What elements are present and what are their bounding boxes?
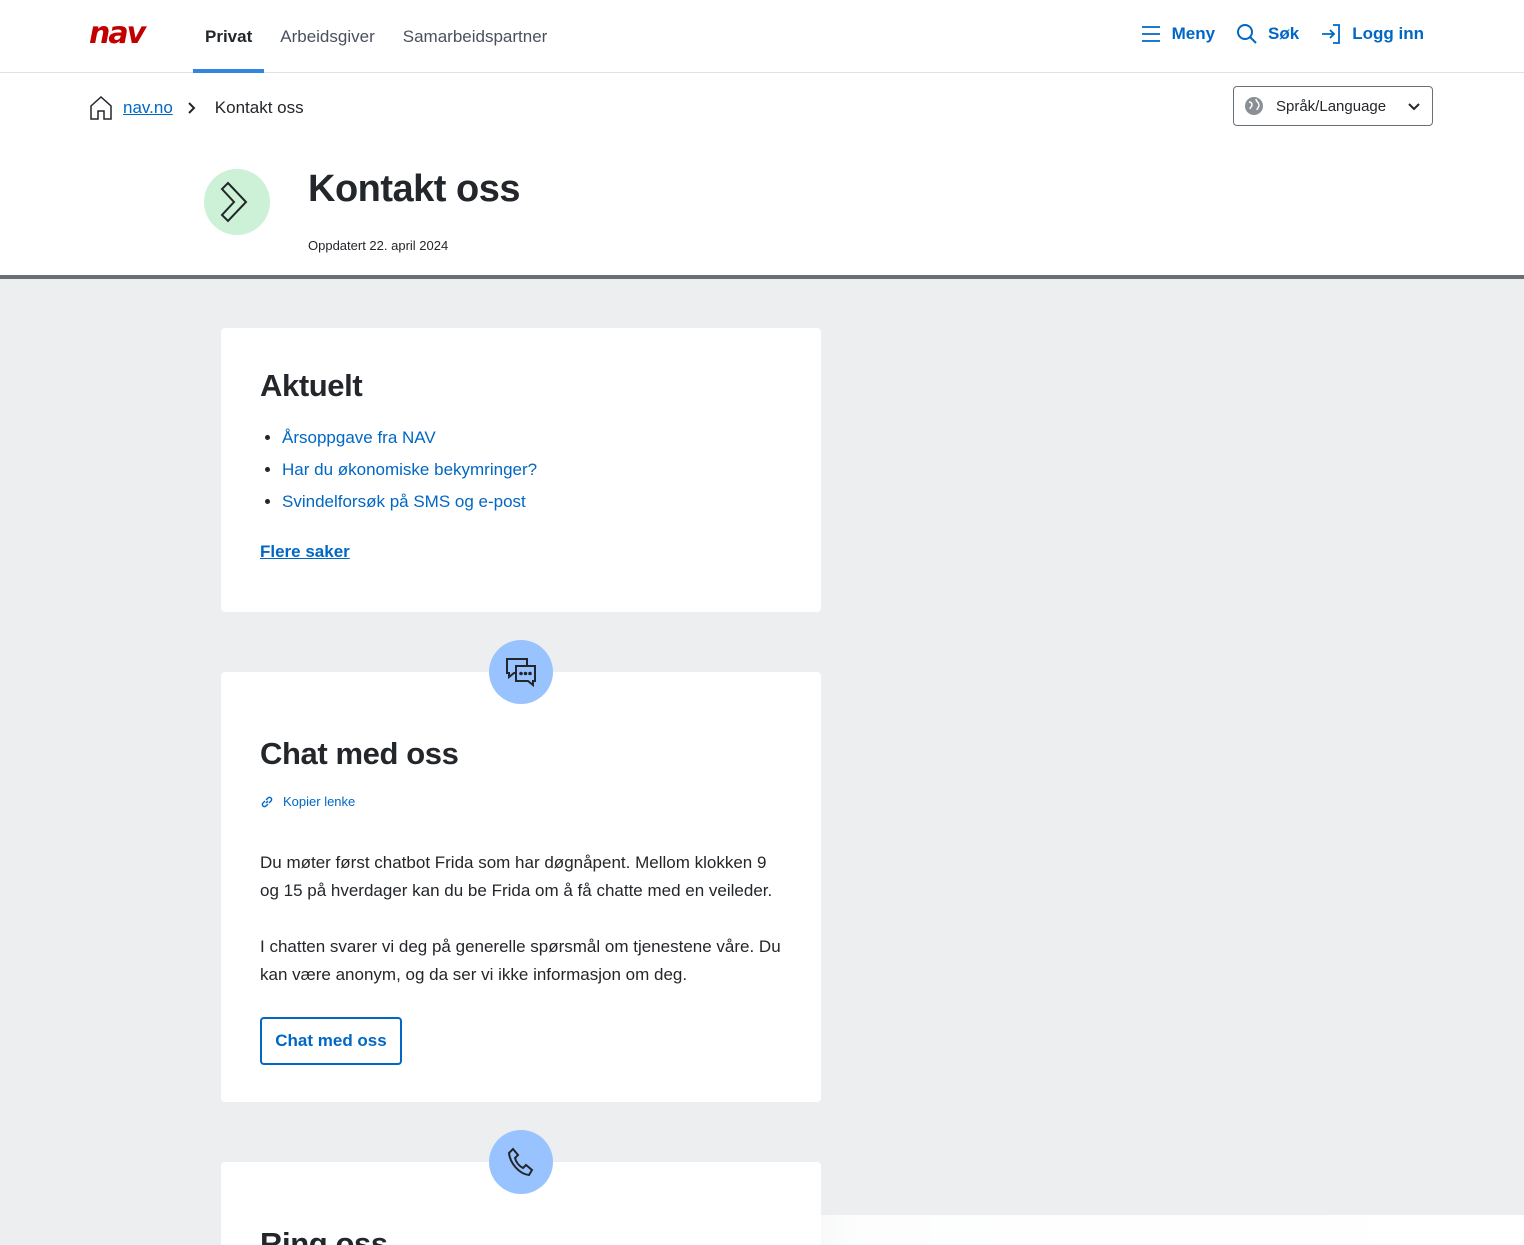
aktuelt-link-arsoppgave[interactable]: Årsoppgave fra NAV [282, 428, 436, 447]
bottom-overlay [700, 1215, 1524, 1245]
chevron-arrow-icon [220, 181, 248, 223]
login-icon [1322, 24, 1341, 44]
language-label: Språk/Language [1276, 97, 1387, 115]
header-actions: Meny Søk Logg inn [1139, 0, 1424, 68]
list-item: Har du økonomiske bekymringer? [282, 454, 782, 486]
chat-card: Chat med oss Kopier lenke Du møter først… [221, 672, 821, 1102]
tab-arbeidsgiver[interactable]: Arbeidsgiver [268, 0, 387, 73]
login-label: Logg inn [1352, 24, 1424, 43]
aktuelt-card: Aktuelt Årsoppgave fra NAV Har du økonom… [221, 328, 821, 612]
search-icon [1237, 24, 1257, 44]
phone-icon [507, 1147, 534, 1177]
list-item: Årsoppgave fra NAV [282, 422, 782, 454]
copy-link-button[interactable]: Kopier lenke [260, 794, 782, 809]
chat-bubbles-icon [506, 658, 536, 688]
breadcrumb-home-link[interactable]: nav.no [123, 98, 173, 118]
menu-button[interactable]: Meny [1139, 22, 1215, 46]
home-icon [90, 95, 112, 120]
chat-paragraph-1: Du møter først chatbot Frida som har døg… [260, 853, 773, 900]
tab-samarbeidspartner[interactable]: Samarbeidspartner [391, 0, 560, 73]
chevron-down-icon [1408, 103, 1420, 111]
search-label: Søk [1268, 24, 1300, 43]
chevron-right-icon [188, 102, 196, 114]
tab-privat[interactable]: Privat [193, 0, 265, 73]
login-button[interactable]: Logg inn [1319, 22, 1424, 46]
globe-icon [1245, 97, 1263, 115]
main-nav-tabs: Privat Arbeidsgiver Samarbeidspartner [193, 0, 563, 73]
search-button[interactable]: Søk [1235, 22, 1299, 46]
nav-logo[interactable]: nav [89, 19, 146, 49]
aktuelt-list: Årsoppgave fra NAV Har du økonomiske bek… [282, 422, 782, 518]
chat-title: Chat med oss [260, 736, 459, 771]
updated-date: Oppdatert 22. april 2024 [308, 238, 449, 253]
page-icon [204, 169, 270, 235]
aktuelt-link-okonomiske[interactable]: Har du økonomiske bekymringer? [282, 460, 537, 479]
menu-label: Meny [1171, 24, 1216, 43]
link-icon [261, 796, 273, 807]
hamburger-icon [1141, 26, 1160, 42]
chat-icon-circle [489, 640, 553, 704]
page-title: Kontakt oss [308, 168, 520, 210]
site-header: nav Privat Arbeidsgiver Samarbeidspartne… [0, 0, 1524, 73]
phone-icon-circle [489, 1130, 553, 1194]
aktuelt-title: Aktuelt [260, 368, 363, 403]
copy-link-label: Kopier lenke [283, 794, 356, 809]
breadcrumb: nav.no Kontakt oss [89, 95, 304, 121]
list-item: Svindelforsøk på SMS og e-post [282, 486, 782, 518]
flere-saker-link[interactable]: Flere saker [260, 542, 350, 562]
breadcrumb-current: Kontakt oss [214, 98, 304, 117]
chat-button[interactable]: Chat med oss [260, 1017, 402, 1065]
aktuelt-link-svindel[interactable]: Svindelforsøk på SMS og e-post [282, 492, 526, 511]
chat-paragraph-2: I chatten svarer vi deg på generelle spø… [260, 937, 781, 984]
language-selector[interactable]: Språk/Language [1233, 86, 1433, 126]
